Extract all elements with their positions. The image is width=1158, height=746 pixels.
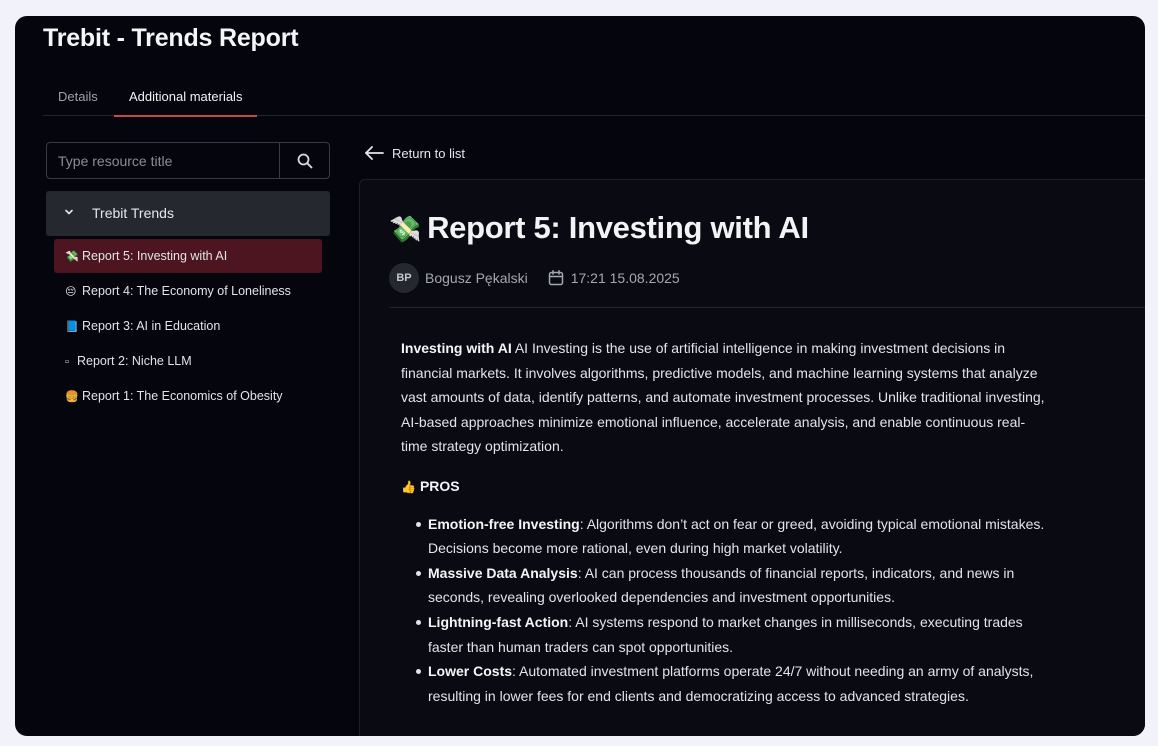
return-to-list-link[interactable]: Return to list [364, 143, 465, 163]
arrow-left-icon [365, 146, 384, 160]
app-window: Trebit - Trends Report Details Additiona… [15, 16, 1145, 736]
divider [389, 307, 1145, 308]
list-item: Emotion-free Investing: Algorithms don’t… [414, 512, 1046, 561]
pros-label: PROS [419, 477, 460, 494]
sidebar-item-report-2[interactable]: ▫ Report 2: Niche LLM [54, 344, 322, 378]
report-body: Investing with AI AI Investing is the us… [401, 336, 1046, 708]
money-wings-icon: 💸 [65, 251, 79, 263]
report-datetime: 17:21 15.08.2025 [570, 270, 680, 286]
pros-list: Emotion-free Investing: Algorithms don’t… [401, 512, 1046, 709]
sidebar-item-report-1[interactable]: 🍔 Report 1: The Economics of Obesity [54, 379, 322, 413]
report-title-text: Report 5: Investing with AI [427, 210, 809, 245]
intro-paragraph: Investing with AI AI Investing is the us… [401, 336, 1046, 459]
tab-bar: Details Additional materials [43, 78, 1145, 117]
book-icon: 📘 [65, 321, 79, 333]
report-card: 💸 Report 5: Investing with AI BP Bogusz P… [359, 179, 1145, 736]
sidebar-item-report-3[interactable]: 📘 Report 3: AI in Education [54, 309, 322, 343]
intro-bold: Investing with AI [401, 340, 512, 356]
avatar: BP [389, 263, 419, 293]
list-item: Lightning-fast Action: AI systems respon… [414, 610, 1046, 659]
search-icon [297, 153, 312, 168]
sidebar-item-label: Report 1: The Economics of Obesity [82, 389, 283, 403]
sidebar-item-label: Report 3: AI in Education [82, 319, 221, 333]
sidebar-group-label: Trebit Trends [92, 205, 174, 221]
small-square-icon: ▫ [65, 356, 69, 368]
sidebar-item-report-5[interactable]: 💸 Report 5: Investing with AI [54, 239, 322, 273]
report-meta: BP Bogusz Pękalski 17:21 15.08.2025 [389, 263, 680, 293]
sidebar-item-label: Report 5: Investing with AI [82, 249, 228, 263]
calendar-icon [548, 270, 563, 286]
sidebar-item-label: Report 4: The Economy of Loneliness [82, 284, 291, 298]
sidebar-group-trebit-trends[interactable]: Trebit Trends [46, 191, 330, 236]
pro-title: Emotion-free Investing [428, 515, 580, 532]
money-wings-icon: 💸 [389, 214, 422, 244]
thumbs-up-icon: 👍 [401, 479, 416, 494]
sidebar-item-report-4[interactable]: 😔 Report 4: The Economy of Loneliness [54, 274, 322, 308]
tab-additional-materials[interactable]: Additional materials [114, 78, 258, 117]
search-input[interactable] [47, 143, 279, 178]
chevron-down-icon [65, 209, 73, 215]
list-item: Lower Costs: Automated investment platfo… [414, 659, 1046, 708]
list-item: Massive Data Analysis: AI can process th… [414, 561, 1046, 610]
page-title: Trebit - Trends Report [43, 24, 299, 52]
burger-icon: 🍔 [65, 391, 79, 403]
author-name: Bogusz Pękalski [425, 270, 528, 286]
search-button[interactable] [279, 143, 329, 178]
pros-heading: 👍 PROS [401, 474, 1046, 500]
sidebar-item-label: Report 2: Niche LLM [77, 354, 192, 368]
pro-title: Lower Costs [428, 663, 513, 680]
pensive-face-icon: 😔 [65, 286, 77, 298]
intro-text: AI Investing is the use of artificial in… [401, 340, 1045, 455]
tab-details[interactable]: Details [43, 78, 113, 116]
pro-text: : Automated investment platforms operate… [428, 663, 1034, 704]
search-box [46, 142, 330, 179]
pro-title: Massive Data Analysis [428, 564, 578, 581]
report-title: 💸 Report 5: Investing with AI [389, 210, 809, 246]
pro-title: Lightning-fast Action [428, 613, 569, 630]
return-label: Return to list [392, 145, 465, 161]
